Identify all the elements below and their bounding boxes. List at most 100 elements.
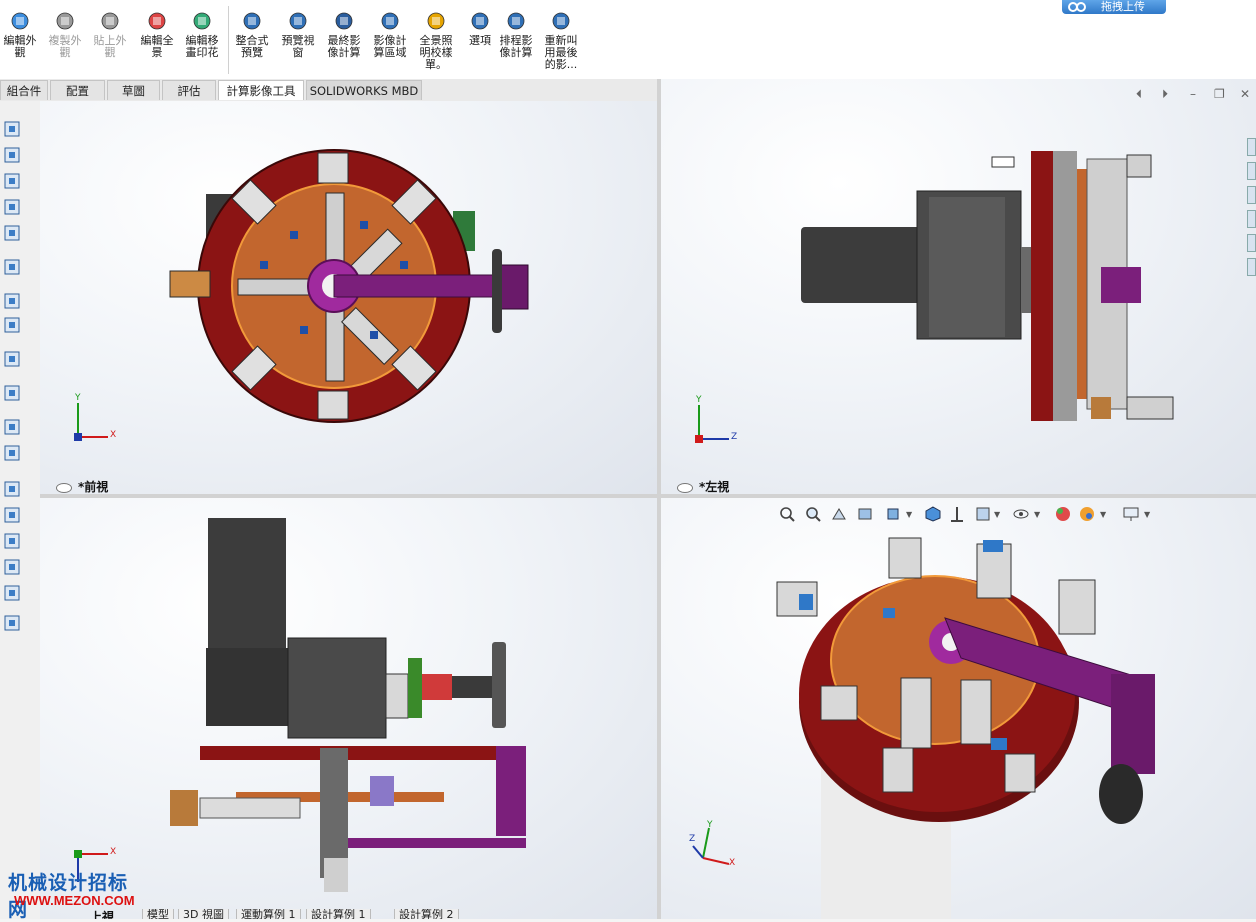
top-view-model	[170, 518, 526, 892]
task-pane-tab[interactable]	[1247, 162, 1256, 180]
tab-render-tools[interactable]: 計算影像工具	[218, 80, 304, 100]
tab-solidworks-mbd[interactable]: SOLIDWORKS MBD	[306, 80, 422, 100]
task-pane-tab[interactable]	[1247, 186, 1256, 204]
axis-label-y: Y	[696, 395, 702, 405]
edit-scene-button[interactable]: 編輯全 景	[137, 10, 177, 59]
render-region-icon	[381, 12, 399, 30]
tab-model[interactable]: 模型	[142, 909, 174, 919]
toolbar-button-label: 編輯移 畫印花	[185, 34, 219, 59]
hide-show-items-icon[interactable]	[948, 505, 966, 523]
insert-component-icon[interactable]	[2, 119, 34, 141]
edit-appearance-icon[interactable]	[974, 505, 992, 523]
mate-icon[interactable]	[2, 145, 34, 167]
task-pane-tab[interactable]	[1247, 138, 1256, 156]
tab-configurations[interactable]: 配置	[50, 80, 105, 100]
paste-appearance-button[interactable]: 貼上外 觀	[90, 10, 130, 59]
reference-geometry-icon[interactable]	[2, 315, 34, 337]
axis-label-z: Z	[731, 432, 738, 442]
final-render-icon	[335, 12, 353, 30]
show-hidden-icon[interactable]	[2, 257, 34, 279]
tab-design-study-2[interactable]: 設計算例 2	[394, 909, 459, 919]
options-button[interactable]: 選項	[460, 10, 500, 47]
section-view-icon[interactable]	[856, 505, 874, 523]
chevron-down-icon[interactable]: ▼	[1144, 510, 1150, 519]
display-style-icon[interactable]	[924, 505, 942, 523]
copy-appearance-icon	[56, 12, 74, 30]
chevron-down-icon[interactable]: ▼	[1100, 510, 1106, 519]
schedule-render-button[interactable]: 排程影 像計算	[496, 10, 536, 59]
axis-label-y: Y	[75, 393, 81, 403]
appearance-ball-icon[interactable]	[1054, 505, 1072, 523]
viewport-splitter-vertical[interactable]	[657, 79, 661, 919]
zoom-to-fit-icon[interactable]	[778, 505, 796, 523]
view-eye-icon[interactable]	[677, 482, 693, 493]
axis-label-z: Z	[689, 834, 696, 844]
toolbar-button-label: 最終影 像計算	[327, 34, 361, 59]
view-eye-icon[interactable]	[56, 482, 72, 493]
tab-motion-study[interactable]: 運動算例 1	[236, 909, 301, 919]
task-pane-tab[interactable]	[1247, 210, 1256, 228]
take-snapshot-icon[interactable]	[2, 557, 34, 579]
preview-window-icon	[289, 12, 307, 30]
bill-of-materials-icon[interactable]	[2, 383, 34, 405]
tab-design-study-1[interactable]: 設計算例 1	[306, 909, 371, 919]
new-motion-study-icon[interactable]	[2, 349, 34, 371]
cloud-upload-button[interactable]: 拖拽上传	[1062, 0, 1166, 14]
explode-line-icon[interactable]	[2, 443, 34, 465]
viewport-front[interactable]: *前視 Y X	[40, 101, 657, 494]
copy-appearance-button[interactable]: 複製外 觀	[45, 10, 85, 59]
tab-3d-view[interactable]: 3D 視圖	[178, 909, 229, 919]
viewport-left[interactable]: ⏴ ⏵ – ❐ ✕ *左視 Y Z	[661, 79, 1256, 494]
smart-fasteners-icon[interactable]	[2, 197, 34, 219]
final-render-button[interactable]: 最終影 像計算	[324, 10, 364, 59]
exploded-view-icon[interactable]	[2, 417, 34, 439]
illumination-proof-button[interactable]: 全景照 明校樣 單。	[416, 10, 456, 71]
previous-view-icon[interactable]	[830, 505, 848, 523]
large-assembly-icon[interactable]	[2, 583, 34, 605]
axis-label-x: X	[110, 430, 117, 440]
edit-decal-button[interactable]: 編輯移 畫印花	[182, 10, 222, 59]
model-tabs: 模型 3D 視圖 運動算例 1 設計算例 1 設計算例 2	[68, 909, 688, 919]
task-pane-tab[interactable]	[1247, 234, 1256, 252]
tab-sketch[interactable]: 草圖	[107, 80, 160, 100]
tab-assembly[interactable]: 組合件	[0, 80, 48, 100]
zoom-area-icon[interactable]	[804, 505, 822, 523]
viewport-isometric[interactable]: Y X Z	[661, 498, 1256, 919]
scene-icon[interactable]	[1078, 505, 1096, 523]
edit-appearance-button[interactable]: 編輯外 觀	[0, 10, 40, 59]
toolbar-button-label: 貼上外 觀	[93, 34, 127, 59]
left-view-model	[801, 151, 1174, 421]
axis-label-x: X	[729, 858, 736, 868]
instant3d-icon[interactable]	[2, 479, 34, 501]
tab-evaluate[interactable]: 評估	[162, 80, 216, 100]
update-standard-parts-icon[interactable]	[2, 505, 34, 527]
toolbar-button-label: 複製外 觀	[48, 34, 82, 59]
toolbar-button-label: 預覽視 窗	[281, 34, 315, 59]
integrated-preview-button[interactable]: 整合式 預覽	[232, 10, 272, 59]
preview-window-button[interactable]: 預覽視 窗	[278, 10, 318, 59]
watermark-logo: 机械设计招标网 WWW.MEZON.COM	[4, 866, 144, 921]
view-orientation-icon[interactable]	[884, 505, 902, 523]
assembly-features-icon[interactable]	[2, 291, 34, 313]
render-region-button[interactable]: 影像計 算區域	[370, 10, 410, 59]
command-tabs: 組合件 配置 草圖 評估 計算影像工具 SOLIDWORKS MBD	[0, 79, 660, 102]
chevron-down-icon[interactable]: ▼	[906, 510, 912, 519]
measure-icon[interactable]	[2, 613, 34, 635]
task-pane-tab[interactable]	[1247, 258, 1256, 276]
chevron-down-icon[interactable]: ▼	[1034, 510, 1040, 519]
speedpak-icon[interactable]	[2, 531, 34, 553]
viewport-top[interactable]: 上視 X	[40, 498, 657, 919]
options-icon	[471, 12, 489, 30]
integrated-preview-icon	[243, 12, 261, 30]
linear-pattern-icon[interactable]	[2, 171, 34, 193]
recall-last-render-button[interactable]: 重新叫 用最後 的影...	[541, 10, 581, 71]
toolbar-button-label: 重新叫 用最後 的影...	[544, 34, 578, 71]
chevron-down-icon[interactable]: ▼	[994, 510, 1000, 519]
move-component-icon[interactable]	[2, 223, 34, 245]
edit-scene-icon	[148, 12, 166, 30]
view-settings-icon[interactable]	[1122, 505, 1140, 523]
edit-decal-icon	[193, 12, 211, 30]
recall-last-render-icon	[552, 12, 570, 30]
viewport-splitter-horizontal[interactable]	[40, 494, 1256, 498]
apply-scene-icon[interactable]	[1012, 505, 1030, 523]
